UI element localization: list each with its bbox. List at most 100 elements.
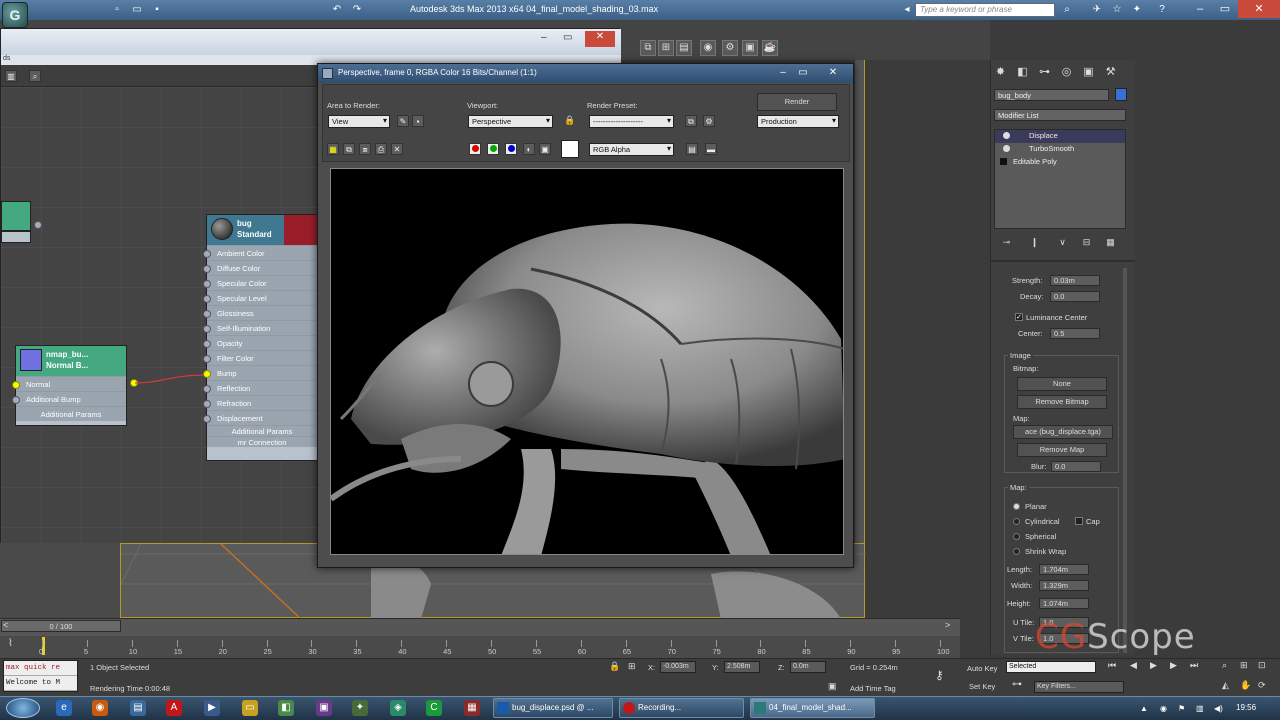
render-production-icon[interactable]: ☕ [762,40,778,56]
green-channel-toggle[interactable] [487,143,499,155]
edit-region-icon[interactable]: ✎ [397,115,409,127]
slot-socket[interactable] [203,355,211,363]
orbit-icon[interactable]: ⟳ [1258,680,1266,691]
tray-app-icon[interactable]: ◉ [1160,704,1167,713]
absolute-mode-icon[interactable]: ⊞ [628,661,636,672]
quick-access-save-icon[interactable]: ▪ [150,3,164,17]
app-icon[interactable]: ◧ [278,700,294,716]
quick-access-open-icon[interactable]: ▭ [130,3,144,17]
key-filters-button[interactable]: Key Filters... [1034,681,1124,693]
map-button[interactable]: ace (bug_displace.tga) [1013,425,1113,439]
set-keys-icon[interactable]: ⊶ [1012,679,1022,690]
light-bulb-icon[interactable] [1003,145,1010,152]
zoom-icon[interactable]: ⌕ [1222,660,1227,671]
slate-maximize-icon[interactable]: ▭ [563,32,572,43]
key-icon[interactable]: ⚷ [935,668,944,682]
bug-material-node[interactable]: bug Standard Ambient Color Diffuse Color S… [203,214,318,461]
selection-lock-icon[interactable]: 🔒 [609,661,620,672]
remove-bitmap-button[interactable]: Remove Bitmap [1017,395,1107,409]
quick-access-redo-icon[interactable]: ↷ [350,3,364,17]
make-unique-icon[interactable]: ∨ [1055,235,1070,250]
camtasia-icon[interactable]: C [426,700,442,716]
quick-access-undo-icon[interactable]: ↶ [330,3,344,17]
layer-icon[interactable]: ▤ [676,40,692,56]
configure-sets-icon[interactable]: ▦ [1103,235,1118,250]
red-channel-toggle[interactable] [469,143,481,155]
bitmap-button[interactable]: None [1017,377,1107,391]
node-slot[interactable]: Specular Color [203,275,317,290]
node-slot[interactable]: Additional Params [207,425,317,436]
taskbar-photoshop[interactable]: bug_displace.psd @ ... [493,698,613,718]
quick-access-new-icon[interactable]: ▫ [110,3,124,17]
length-spinner[interactable]: 1.704m [1039,564,1089,575]
set-key-button[interactable]: Set Key [969,682,995,691]
monochrome-toggle[interactable]: ▣ [539,143,551,155]
material-editor-icon[interactable]: ◉ [700,40,716,56]
explorer-icon[interactable]: ▤ [130,700,146,716]
render-maximize-icon[interactable]: ▭ [793,66,813,80]
auto-region-icon[interactable]: ▪ [412,115,424,127]
color-swatch[interactable] [561,140,579,158]
hierarchy-tab-icon[interactable]: ⊶ [1037,65,1052,80]
modifier-list-dropdown[interactable]: Modifier List [994,109,1126,121]
slot-socket[interactable] [203,325,211,333]
next-frame-icon[interactable]: > [945,620,950,630]
stack-color-icon[interactable] [1000,158,1007,165]
remove-modifier-icon[interactable]: ⊟ [1079,235,1094,250]
node-slot[interactable]: Self-Illumination [203,320,317,335]
time-slider[interactable] [0,618,960,636]
slate-minimize-icon[interactable]: – [541,32,547,43]
render-setup-icon[interactable]: ⧉ [685,115,697,127]
mapping-radio[interactable] [1013,518,1020,525]
print-image-icon[interactable]: ⎙ [375,143,387,155]
lock-icon[interactable]: 🔒 [564,115,575,126]
object-name-field[interactable]: bug_body [994,89,1109,101]
prev-frame-icon[interactable]: < [3,620,8,630]
toggle-ui-icon[interactable]: ▬ [705,143,717,155]
go-to-start-icon[interactable]: ⏮ [1108,660,1122,674]
slot-socket[interactable] [203,265,211,273]
output-socket[interactable] [34,221,42,229]
motion-tab-icon[interactable]: ◎ [1059,65,1074,80]
app-icon[interactable]: ▣ [316,700,332,716]
maximize-icon[interactable]: ▭ [1210,0,1240,18]
maxscript-line[interactable]: max quick re [4,661,77,676]
pick-material-icon[interactable]: ⌕ [29,70,41,82]
node-slot[interactable]: Glossiness [203,305,317,320]
toggle-ui-overlay-icon[interactable]: ▤ [686,143,698,155]
slot-socket[interactable] [203,310,211,318]
strength-spinner[interactable]: 0.03m [1050,275,1100,286]
firefox-icon[interactable]: ◉ [92,700,108,716]
node-slot[interactable]: Normal [12,376,126,391]
clock[interactable]: 19:56 [1236,703,1256,712]
center-spinner[interactable]: 0.5 [1050,328,1100,339]
area-to-render-select[interactable]: View [328,115,390,128]
slot-socket[interactable] [203,295,211,303]
modifier-stack-item[interactable]: Editable Poly [995,156,1125,169]
rendered-frame-icon[interactable]: ▣ [742,40,758,56]
mini-curve-editor-icon[interactable]: ⌇ [8,638,13,649]
alpha-channel-toggle[interactable]: ◐ [523,143,535,155]
node-slot[interactable]: Displacement [203,410,317,425]
search-expand-icon[interactable]: ◂ [900,3,914,17]
taskbar-3dsmax[interactable]: 04_final_model_shad... [750,698,875,718]
app-icon[interactable]: ✦ [352,700,368,716]
node-slot[interactable]: Bump [203,365,317,380]
copy-image-icon[interactable]: ⧉ [343,143,355,155]
panel-scrollbar[interactable] [1123,268,1127,653]
object-color-swatch[interactable] [1115,88,1127,101]
height-spinner[interactable]: 1.074m [1039,598,1089,609]
add-time-tag[interactable]: Add Time Tag [850,684,896,693]
display-channel-select[interactable]: RGB Alpha [589,143,674,156]
offscreen-node[interactable] [1,201,31,231]
normal-bump-node[interactable]: nmap_bu... Normal B... Normal Additional … [12,345,127,426]
prev-key-icon[interactable]: ◀ [1130,660,1137,671]
decay-spinner[interactable]: 0.0 [1050,291,1100,302]
light-bulb-icon[interactable] [1003,132,1010,139]
field-of-view-icon[interactable]: ◭ [1222,680,1229,691]
slot-socket[interactable] [203,385,211,393]
viewport-select[interactable]: Perspective [468,115,553,128]
slot-socket[interactable] [203,250,211,258]
track-bar[interactable] [0,636,960,658]
zoom-extents-icon[interactable]: ⊡ [1258,660,1266,671]
